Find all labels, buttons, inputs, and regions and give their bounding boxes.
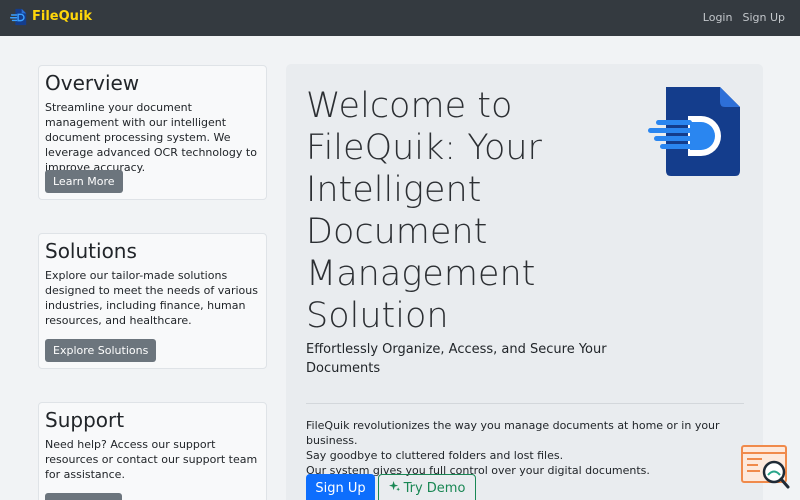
explore-solutions-button[interactable]: Explore Solutions <box>45 339 157 362</box>
overview-card: Overview Streamline your document manage… <box>38 65 267 200</box>
support-card: Support Need help? Access our support re… <box>38 402 267 500</box>
hero-subtitle: Effortlessly Organize, Access, and Secur… <box>306 342 607 376</box>
nav-signup-link[interactable]: Sign Up <box>742 10 785 26</box>
brand[interactable]: FileQuik <box>10 8 92 26</box>
description-line: FileQuik revolutionizes the way you mana… <box>306 419 720 447</box>
card-title: Overview <box>45 71 140 95</box>
nav-links: Login Sign Up <box>703 10 785 26</box>
card-text: Streamline your document management with… <box>45 101 257 174</box>
brand-name: FileQuik <box>32 9 93 24</box>
card-title: Solutions <box>45 239 137 263</box>
hero-title: Welcome to FileQuik: Your Intelligent Do… <box>306 86 542 336</box>
hero-section: Welcome to FileQuik: Your Intelligent Do… <box>286 64 763 500</box>
document-logo-icon <box>10 8 27 26</box>
document-logo-icon <box>648 87 740 176</box>
card-text: Need help? Access our support resources … <box>45 438 258 481</box>
try-demo-button[interactable]: Try Demo <box>378 474 476 500</box>
learn-more-button[interactable]: Learn More <box>45 170 123 193</box>
solutions-card: Solutions Explore our tailor-made soluti… <box>38 233 267 369</box>
card-title: Support <box>45 408 125 432</box>
try-demo-label: Try Demo <box>403 481 466 496</box>
nav-login-link[interactable]: Login <box>703 10 733 26</box>
search-document-icon[interactable] <box>740 444 792 490</box>
description-line: Say goodbye to cluttered folders and los… <box>306 449 564 462</box>
support-button[interactable] <box>45 493 122 500</box>
hero-description: FileQuik revolutionizes the way you mana… <box>306 418 763 478</box>
card-text: Explore our tailor-made solutions design… <box>45 269 258 327</box>
sparkle-icon <box>388 481 400 492</box>
navbar: FileQuik Login Sign Up <box>0 0 800 36</box>
divider <box>306 403 744 404</box>
sign-up-button[interactable]: Sign Up <box>306 474 375 500</box>
